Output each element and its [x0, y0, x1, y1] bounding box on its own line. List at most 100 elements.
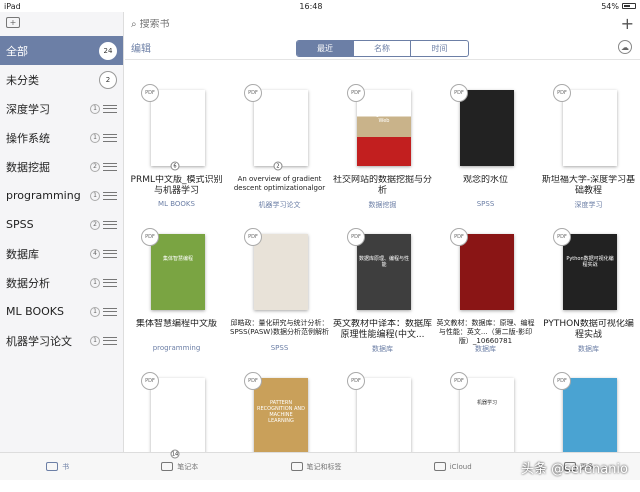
book-cover[interactable] — [563, 378, 617, 454]
book-title: 英文教材：数据库：原理、编程与性能：英文...（第二版-影印版）_1066078… — [436, 319, 535, 345]
reorder-handle-icon[interactable] — [103, 104, 117, 113]
sidebar-item[interactable]: 深度学习 1 — [0, 94, 123, 123]
count-badge: 1 — [90, 306, 100, 317]
tab-books[interactable]: 书 — [46, 462, 69, 472]
book-grid: PDF 6 PRML中文版_模式识别与机器学习 ML BOOKS PDF 2 An over… — [125, 60, 640, 492]
book-title: PRML中文版_模式识别与机器学习 — [130, 175, 223, 196]
sidebar-item[interactable]: ML BOOKS 1 — [0, 297, 123, 326]
pdf-badge: PDF — [347, 372, 365, 390]
book-item[interactable]: PDF Mining the Social Web 社交网站的数据挖掘与分析 数据挖掘 — [331, 60, 434, 209]
sidebar-item-label: ML BOOKS — [6, 305, 64, 318]
reorder-handle-icon[interactable] — [103, 278, 117, 287]
sidebar-item[interactable]: 机器学习论文 1 — [0, 326, 123, 355]
sidebar-item[interactable]: 全部 24 — [0, 36, 123, 65]
book-cover[interactable] — [460, 90, 514, 166]
pdf-badge: PDF — [347, 228, 365, 246]
count-badge: 2 — [90, 219, 100, 230]
pdf-badge: PDF — [450, 228, 468, 246]
tab-name[interactable]: 名称 — [354, 41, 411, 56]
page-count-badge: 14 — [170, 449, 180, 459]
book-title: 邱皓政：量化研究与统计分析：SPSS(PASW)数据分析范例解析 — [230, 319, 329, 336]
battery-icon — [621, 3, 636, 9]
pdf-badge: PDF — [141, 228, 159, 246]
sidebar-item-label: programming — [6, 189, 81, 202]
count-badge: 1 — [90, 132, 100, 143]
sidebar-item-label: 数据分析 — [6, 276, 50, 290]
book-title: 集体智慧编程中文版 — [135, 319, 217, 329]
sidebar-item[interactable]: 未分类 2 — [0, 65, 123, 94]
pdf-badge: PDF — [347, 84, 365, 102]
book-cover[interactable] — [151, 90, 205, 166]
book-item[interactable]: PDF 6 PRML中文版_模式识别与机器学习 ML BOOKS — [125, 60, 228, 208]
sidebar-item[interactable]: 操作系统 1 — [0, 123, 123, 152]
book-cover[interactable] — [460, 234, 514, 310]
sidebar-item-label: 未分类 — [6, 73, 39, 87]
book-cover[interactable] — [563, 90, 617, 166]
pdf-badge: PDF — [553, 84, 571, 102]
cover-text: 机器学习 — [476, 400, 497, 406]
sidebar-item-label: 数据库 — [6, 247, 39, 261]
book-title: 社交网站的数据挖掘与分析 — [333, 175, 432, 196]
book-cover[interactable]: Python数据可视化编程实战 — [563, 234, 617, 310]
book-title: 观念的水位 — [462, 175, 508, 185]
book-cover[interactable]: Mining the Social Web — [357, 90, 411, 166]
tab-notes-tags[interactable]: 笔记和标签 — [290, 462, 342, 472]
pdf-badge: PDF — [244, 228, 262, 246]
book-cover[interactable] — [254, 234, 308, 310]
count-badge: 2 — [99, 70, 117, 89]
sidebar-item[interactable]: programming 1 — [0, 181, 123, 210]
tab-time[interactable]: 时间 — [411, 41, 468, 56]
tab-icloud[interactable]: iCloud — [433, 462, 472, 471]
edit-button[interactable]: 编辑 — [131, 40, 151, 55]
pdf-badge: PDF — [141, 84, 159, 102]
book-cover[interactable]: 数据库原理、编程与性能 — [357, 234, 411, 310]
tag-icon — [290, 462, 303, 471]
reorder-handle-icon[interactable] — [103, 336, 117, 345]
sort-segmented-control: 最近 名称 时间 — [296, 40, 469, 57]
tab-recent[interactable]: 最近 — [297, 41, 354, 56]
book-item[interactable]: PDF 邱皓政：量化研究与统计分析：SPSS(PASW)数据分析范例解析 SPSS — [228, 204, 331, 352]
search-input[interactable] — [139, 18, 320, 30]
sidebar-item[interactable]: SPSS 2 — [0, 210, 123, 239]
book-item[interactable]: PDF 数据库原理、编程与性能 英文教材中译本：数据库原理性能编程(中文... 数据库 — [331, 204, 434, 353]
folder-add-icon[interactable]: + — [6, 17, 20, 28]
reorder-handle-icon[interactable] — [103, 191, 117, 200]
page-count-badge: 6 — [170, 161, 180, 171]
pdf-badge: PDF — [141, 372, 159, 390]
count-badge: 24 — [99, 41, 117, 60]
book-item[interactable]: PDF 集体智慧编程 集体智慧编程中文版 programming — [125, 204, 228, 352]
book-item[interactable]: PDF 2 An overview of gradient descent opti… — [228, 60, 331, 209]
cloud-sync-icon[interactable]: ☁ — [618, 40, 632, 54]
book-title: 斯坦福大学-深度学习基础教程 — [541, 175, 636, 196]
count-badge: 2 — [90, 161, 100, 172]
sidebar-item[interactable]: 数据库 4 — [0, 239, 123, 268]
book-item[interactable]: PDF Python数据可视化编程实战 PYTHON数据可视化编程实战 数据库 — [537, 204, 640, 353]
book-item[interactable]: PDF 斯坦福大学-深度学习基础教程 深度学习 — [537, 60, 640, 209]
book-item[interactable]: PDF 英文教材：数据库：原理、编程与性能：英文...（第二版-影印版）_1066… — [434, 204, 537, 353]
tab-notebooks[interactable]: 笔记本 — [161, 462, 198, 472]
reorder-handle-icon[interactable] — [103, 133, 117, 142]
book-cover[interactable] — [151, 378, 205, 454]
sidebar-item[interactable]: 数据挖掘 2 — [0, 152, 123, 181]
book-cover[interactable] — [357, 378, 411, 454]
count-badge: 1 — [90, 190, 100, 201]
count-badge: 4 — [90, 248, 100, 259]
book-cover[interactable]: PATTERN RECOGNITION AND MACHINE LEARNING — [254, 378, 308, 454]
count-badge: 1 — [90, 103, 100, 114]
reorder-handle-icon[interactable] — [103, 307, 117, 316]
cover-text: 集体智慧编程 — [162, 256, 193, 262]
reorder-handle-icon[interactable] — [103, 162, 117, 171]
pdf-badge: PDF — [450, 372, 468, 390]
sidebar-item[interactable]: 数据分析 1 — [0, 268, 123, 297]
add-button[interactable]: + — [621, 14, 634, 33]
pdf-badge: PDF — [553, 228, 571, 246]
book-cover[interactable]: 机器学习 — [460, 378, 514, 454]
reorder-handle-icon[interactable] — [103, 249, 117, 258]
sidebar-item-label: 数据挖掘 — [6, 160, 50, 174]
pdf-badge: PDF — [244, 372, 262, 390]
status-bar: iPad 16:48 54% — [0, 0, 640, 12]
book-item[interactable]: PDF 观念的水位 SPSS — [434, 60, 537, 208]
book-cover[interactable] — [254, 90, 308, 166]
book-cover[interactable]: 集体智慧编程 — [151, 234, 205, 310]
reorder-handle-icon[interactable] — [103, 220, 117, 229]
